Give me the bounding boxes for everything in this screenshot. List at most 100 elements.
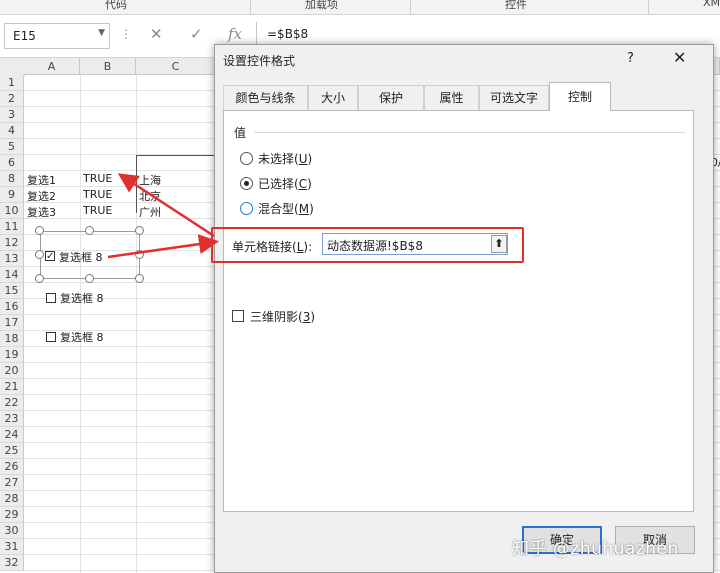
row-header[interactable]: 32 — [0, 555, 24, 571]
row-header[interactable]: 21 — [0, 379, 24, 395]
gridline-vertical — [80, 75, 81, 573]
checkbox-control-3[interactable] — [46, 332, 56, 342]
ribbon-strip: 代码 加载项 控件 XM — [0, 0, 720, 15]
row-header[interactable]: 9 — [0, 187, 24, 203]
cell-c8[interactable]: 上海 — [139, 172, 161, 188]
cell-a9[interactable]: 复选2 — [27, 188, 56, 204]
cell-c9[interactable]: 北京 — [139, 188, 161, 204]
row-header[interactable]: 16 — [0, 299, 24, 315]
resize-handle[interactable] — [135, 226, 144, 235]
control-tab-panel: 值 未选择(U) 已选择(C) 混合型(M) 单元格链接(L): 动态数据源!$… — [223, 110, 694, 512]
row-header[interactable]: 31 — [0, 539, 24, 555]
checkbox-control-1[interactable]: ✓ — [45, 251, 55, 262]
row-header[interactable]: 25 — [0, 443, 24, 459]
row-header[interactable]: 8 — [0, 171, 24, 187]
row-header[interactable]: 22 — [0, 395, 24, 411]
row-header[interactable]: 2 — [0, 91, 24, 107]
cell-b9[interactable]: TRUE — [83, 188, 112, 201]
ribbon-group-xml[interactable]: XM — [703, 0, 720, 9]
row-header[interactable]: 30 — [0, 523, 24, 539]
tab-control[interactable]: 控制 — [549, 82, 611, 111]
cell-a10[interactable]: 复选3 — [27, 204, 56, 220]
formula-text: =$B$8 — [267, 27, 309, 41]
row-header[interactable]: 12 — [0, 235, 24, 251]
cell-b10[interactable]: TRUE — [83, 204, 112, 217]
column-header-a[interactable]: A — [24, 58, 80, 75]
checkbox-control-2[interactable] — [46, 293, 56, 303]
row-header[interactable]: 15 — [0, 283, 24, 299]
radio-unchecked-label: 未选择(U) — [258, 152, 313, 166]
row-header[interactable]: 14 — [0, 267, 24, 283]
name-box[interactable]: E15 ▼ — [4, 23, 110, 49]
checkbox-control-3-label: 复选框 8 — [60, 331, 104, 344]
row-header[interactable]: 27 — [0, 475, 24, 491]
format-control-dialog: 设置控件格式 ? ✕ 颜色与线条 大小 保护 属性 可选文字 控制 值 未选择(… — [214, 44, 714, 573]
column-header-b[interactable]: B — [80, 58, 136, 75]
resize-handle[interactable] — [135, 274, 144, 283]
tab-properties[interactable]: 属性 — [424, 85, 479, 110]
cancel-edit-icon[interactable]: ✕ — [150, 25, 163, 43]
3d-shading-label: 三维阴影(3) — [250, 310, 316, 324]
row-header[interactable]: 26 — [0, 459, 24, 475]
cell-c10[interactable]: 广州 — [139, 204, 161, 220]
row-header[interactable]: 28 — [0, 491, 24, 507]
gridline-vertical — [136, 75, 137, 573]
ribbon-separator — [648, 0, 649, 14]
row-header[interactable]: 29 — [0, 507, 24, 523]
value-group-title: 值 — [234, 126, 247, 140]
confirm-edit-icon[interactable]: ✓ — [190, 25, 203, 43]
resize-handle[interactable] — [35, 226, 44, 235]
annotation-highlight-box — [211, 227, 524, 263]
row-header[interactable]: 3 — [0, 107, 24, 123]
row-header[interactable]: 13 — [0, 251, 24, 267]
radio-checked-label: 已选择(C) — [258, 177, 312, 191]
row-header[interactable]: 6 — [0, 155, 24, 171]
row-header[interactable]: 17 — [0, 315, 24, 331]
chevron-down-icon[interactable]: ▼ — [98, 28, 105, 38]
row-header[interactable]: 10 — [0, 203, 24, 219]
row-header[interactable]: 1 — [0, 75, 24, 91]
more-options-icon: ⋮ — [120, 27, 132, 41]
ribbon-group-addins[interactable]: 加载项 — [305, 0, 338, 12]
row-header[interactable]: 18 — [0, 331, 24, 347]
resize-handle[interactable] — [85, 274, 94, 283]
name-box-value: E15 — [13, 29, 36, 43]
checkbox-control-1-label: 复选框 8 — [59, 251, 103, 264]
tab-alt-text[interactable]: 可选文字 — [479, 85, 549, 110]
watermark-text: 知乎 @zhuhuazhen — [512, 539, 679, 559]
radio-checked[interactable] — [240, 177, 253, 190]
resize-handle[interactable] — [35, 274, 44, 283]
radio-mixed-label: 混合型(M) — [258, 202, 314, 216]
row-header[interactable]: 24 — [0, 427, 24, 443]
help-icon[interactable]: ? — [627, 51, 634, 66]
table-border — [136, 155, 137, 213]
table-border — [136, 155, 216, 156]
cell-a8[interactable]: 复选1 — [27, 172, 56, 188]
cell-b8[interactable]: TRUE — [83, 172, 112, 185]
tab-protection[interactable]: 保护 — [358, 85, 424, 110]
resize-handle[interactable] — [135, 250, 144, 259]
ribbon-group-controls[interactable]: 控件 — [505, 0, 527, 12]
checkbox-control-2-label: 复选框 8 — [60, 292, 104, 305]
row-header[interactable]: 4 — [0, 123, 24, 139]
radio-mixed[interactable] — [240, 202, 253, 215]
ribbon-separator — [250, 0, 251, 14]
row-header[interactable]: 11 — [0, 219, 24, 235]
ribbon-group-code[interactable]: 代码 — [105, 0, 127, 12]
close-icon[interactable]: ✕ — [673, 48, 686, 67]
radio-unchecked[interactable] — [240, 152, 253, 165]
insert-function-icon[interactable]: fx — [228, 25, 242, 43]
column-header-c[interactable]: C — [136, 58, 216, 75]
row-header[interactable]: 19 — [0, 347, 24, 363]
row-header[interactable]: 5 — [0, 139, 24, 155]
resize-handle[interactable] — [35, 250, 44, 259]
check-icon: ✓ — [46, 251, 55, 262]
tab-size[interactable]: 大小 — [308, 85, 358, 110]
row-header[interactable]: 23 — [0, 411, 24, 427]
resize-handle[interactable] — [85, 226, 94, 235]
dialog-title: 设置控件格式 — [223, 54, 296, 68]
select-all-corner[interactable] — [0, 58, 25, 76]
3d-shading-checkbox[interactable] — [232, 310, 244, 322]
row-header[interactable]: 20 — [0, 363, 24, 379]
tab-colors-lines[interactable]: 颜色与线条 — [223, 85, 308, 110]
